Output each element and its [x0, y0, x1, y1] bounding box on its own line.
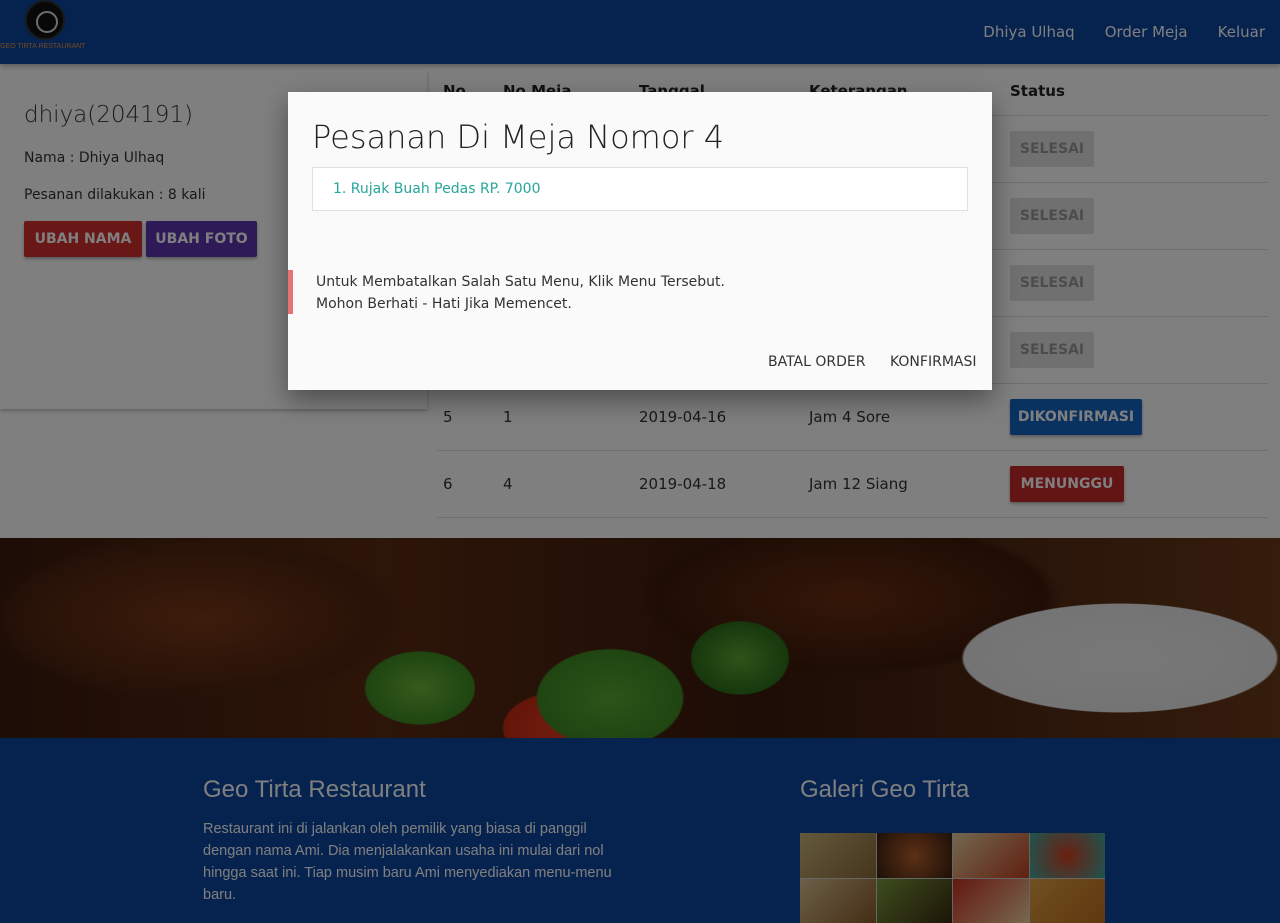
- menu-list: 1. Rujak Buah Pedas RP. 7000: [312, 167, 968, 211]
- order-modal: Pesanan Di Meja Nomor 4 1. Rujak Buah Pe…: [288, 92, 992, 390]
- notice-line-2: Mohon Berhati - Hati Jika Memencet.: [316, 296, 572, 312]
- cancel-order-button[interactable]: BATAL ORDER: [768, 354, 866, 370]
- modal-title: Pesanan Di Meja Nomor 4: [312, 118, 725, 156]
- confirm-button[interactable]: KONFIRMASI: [890, 354, 977, 370]
- menu-item[interactable]: 1. Rujak Buah Pedas RP. 7000: [333, 181, 540, 197]
- cancel-notice: Untuk Membatalkan Salah Satu Menu, Klik …: [288, 270, 992, 314]
- notice-line-1: Untuk Membatalkan Salah Satu Menu, Klik …: [316, 274, 725, 290]
